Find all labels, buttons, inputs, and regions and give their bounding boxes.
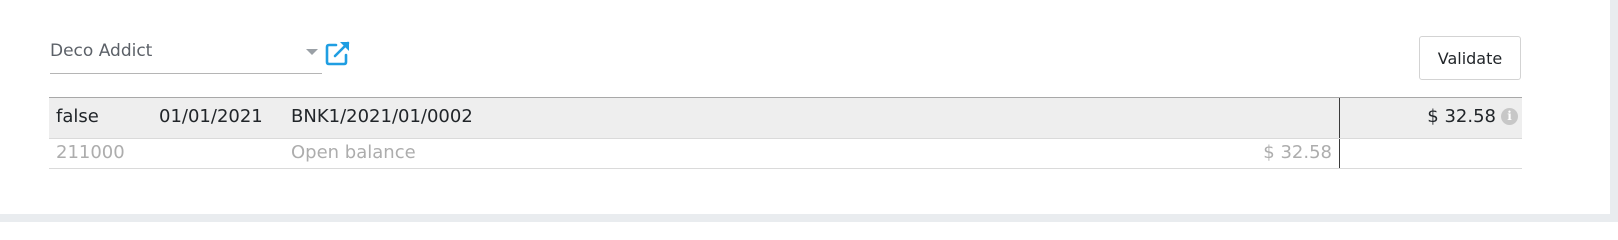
- statement-line-flag: false: [56, 106, 99, 127]
- bottom-gutter: [0, 214, 1618, 222]
- statement-line-reference: BNK1/2021/01/0002: [291, 106, 473, 127]
- statement-table: false 01/01/2021 BNK1/2021/01/0002 $ 32.…: [49, 97, 1522, 169]
- proposition-amount: $ 32.58: [1263, 142, 1332, 163]
- validate-button[interactable]: Validate: [1419, 36, 1521, 80]
- partner-select[interactable]: Deco Addict: [50, 36, 322, 74]
- column-divider: [1339, 139, 1340, 168]
- statement-line-amount: $ 32.58: [1427, 106, 1496, 127]
- scroll-gutter: [1610, 0, 1618, 222]
- statement-line-row[interactable]: false 01/01/2021 BNK1/2021/01/0002 $ 32.…: [49, 98, 1522, 139]
- reconciliation-panel: Deco Addict Validate false 01/01/2021 BN…: [0, 0, 1610, 214]
- statement-line-date: 01/01/2021: [159, 106, 263, 127]
- proposition-account: 211000: [56, 142, 125, 163]
- proposition-row[interactable]: 211000 Open balance $ 32.58: [49, 139, 1522, 169]
- partner-value: Deco Addict: [50, 41, 153, 61]
- info-icon[interactable]: i: [1501, 108, 1518, 125]
- chevron-down-icon[interactable]: [306, 49, 318, 55]
- external-link-icon[interactable]: [324, 40, 352, 66]
- proposition-label: Open balance: [291, 142, 416, 163]
- column-divider: [1339, 98, 1340, 138]
